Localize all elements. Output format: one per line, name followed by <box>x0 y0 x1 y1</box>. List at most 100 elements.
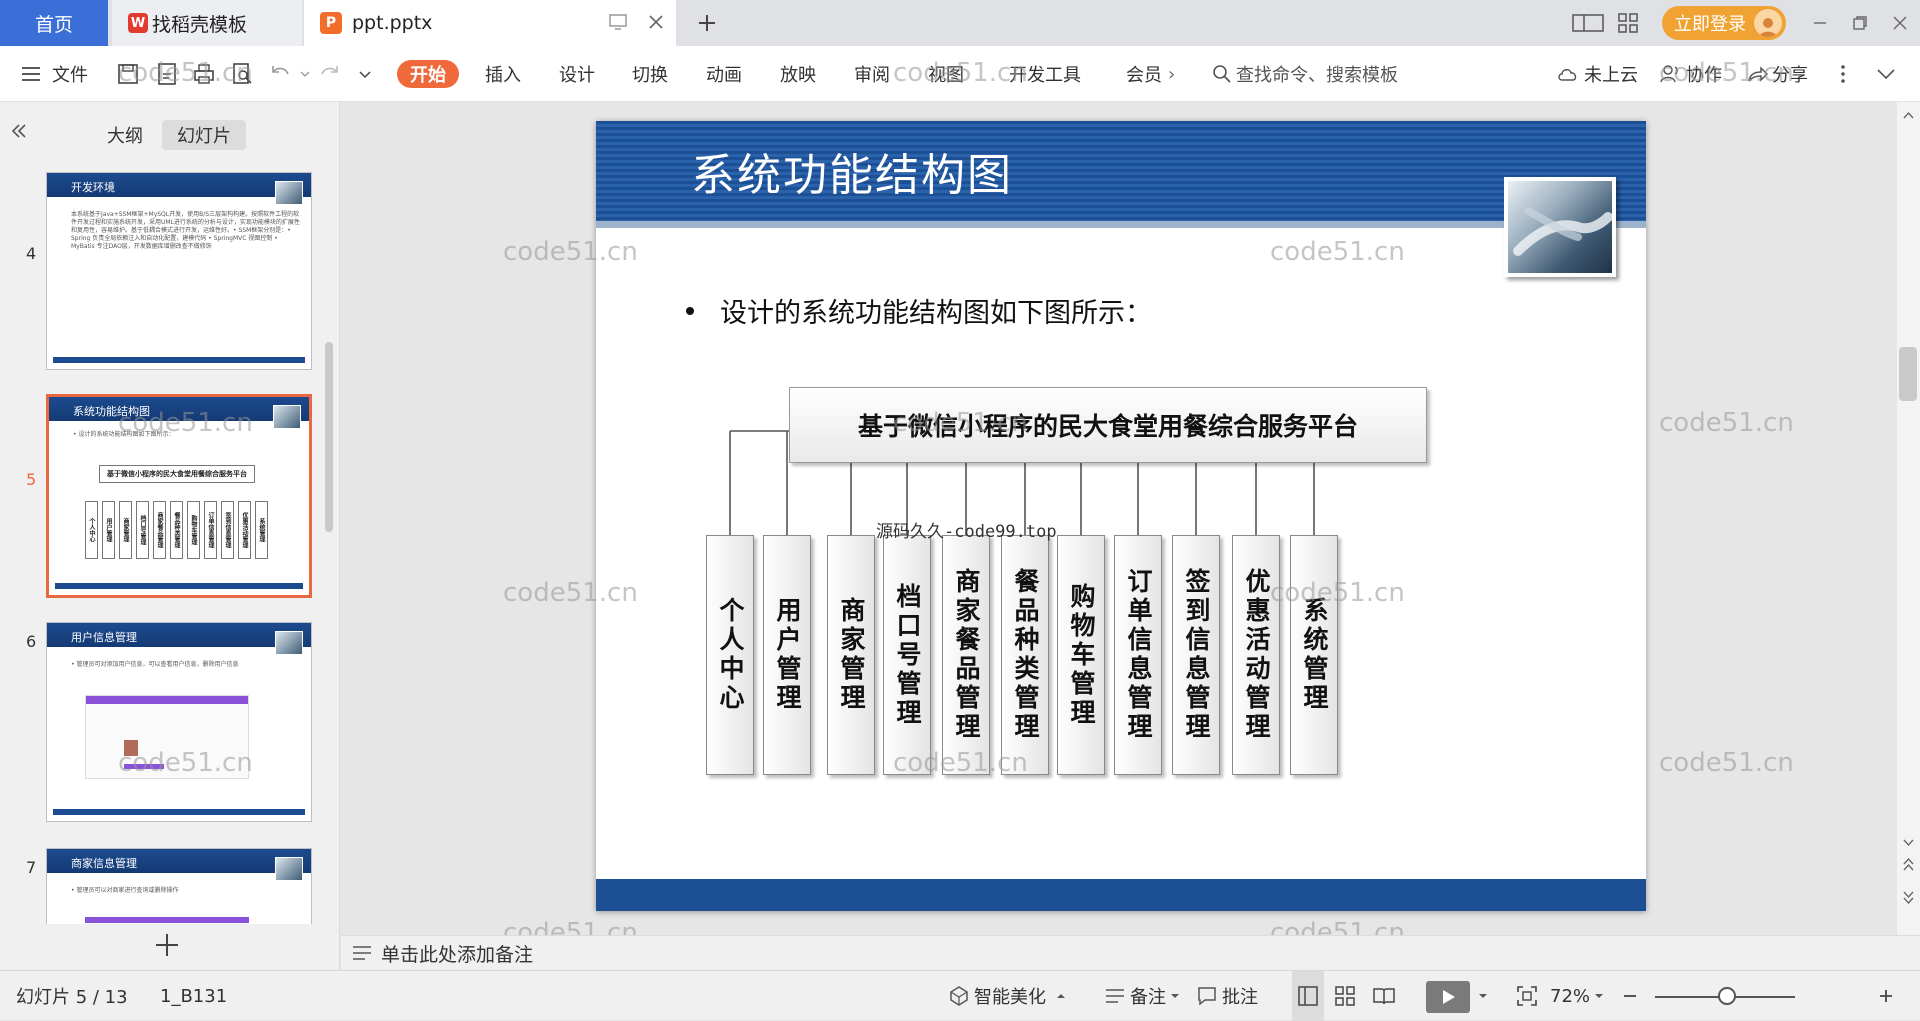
print-icon[interactable] <box>192 46 216 102</box>
cloud-status-button[interactable]: 未上云 <box>1556 46 1638 102</box>
menu-animation[interactable]: 动画 <box>706 60 742 88</box>
tab-document-label: ppt.pptx <box>352 12 433 34</box>
module-node[interactable]: 餐品种类管理 <box>1001 535 1049 775</box>
monitor-icon[interactable] <box>608 12 628 32</box>
redo-icon[interactable] <box>318 46 342 102</box>
slide-thumbnail-row[interactable]: 7 商家信息管理 • 管理员可以对商家进行查询或删除操作 <box>0 844 320 924</box>
collapse-panel-icon[interactable] <box>8 120 30 142</box>
file-menu-button[interactable]: 文件 <box>20 46 88 102</box>
current-slide[interactable]: 系统功能结构图 设计的系统功能结构图如下图所示： 基于微信小程序的民大食堂用餐综… <box>596 121 1646 911</box>
close-tab-icon[interactable] <box>646 12 666 32</box>
menu-review[interactable]: 审阅 <box>854 60 890 88</box>
tab-docer[interactable]: W 找稻壳模板 <box>112 0 302 46</box>
undo-dropdown-icon[interactable] <box>300 46 310 102</box>
zoom-in-icon[interactable] <box>1878 971 1894 1021</box>
share-button[interactable]: 分享 <box>1746 46 1808 102</box>
slide-number: 5 <box>26 470 37 489</box>
menu-view[interactable]: 视图 <box>928 60 964 88</box>
slideshow-options-caret-icon[interactable] <box>1478 971 1488 1021</box>
zoom-slider-handle[interactable] <box>1718 987 1736 1005</box>
export-pdf-icon[interactable] <box>155 46 179 102</box>
module-node[interactable]: 个人中心 <box>706 535 754 775</box>
command-search[interactable]: 查找命令、搜索模板 <box>1212 60 1398 88</box>
slide-thumbnail-panel: 大纲 幻灯片 4 开发环境 本系统基于Java+SSM框架+MySQL开发，使用… <box>0 102 340 970</box>
new-tab-plus-icon[interactable] <box>690 6 724 40</box>
tab-document[interactable]: P ppt.pptx <box>304 0 676 46</box>
slide-thumbnail-row[interactable]: 6 用户信息管理 • 管理员可对添加用户信息，可以查看用户信息，删除用户信息 <box>0 618 320 824</box>
tab-slides[interactable]: 幻灯片 <box>162 120 246 150</box>
module-node[interactable]: 用户管理 <box>763 535 811 775</box>
thumb-module-node: 购物车管理 <box>187 501 200 559</box>
slide-thumbnail-row[interactable]: 4 开发环境 本系统基于Java+SSM框架+MySQL开发，使用B/S三层架构… <box>0 168 320 372</box>
menu-transition[interactable]: 切换 <box>632 60 668 88</box>
thumb-footer-bar <box>53 809 305 815</box>
module-node[interactable]: 档口号管理 <box>883 535 931 775</box>
collapse-ribbon-icon[interactable] <box>1876 46 1896 102</box>
module-node[interactable]: 签到信息管理 <box>1172 535 1220 775</box>
canvas-vertical-scrollbar[interactable] <box>1897 102 1920 935</box>
thumb-module-node: 餐品种类管理 <box>170 501 183 559</box>
menu-insert[interactable]: 插入 <box>485 60 521 88</box>
hierarchy-connectors <box>729 430 1315 535</box>
save-icon[interactable] <box>116 46 140 102</box>
print-preview-icon[interactable] <box>230 46 254 102</box>
restore-icon[interactable] <box>1840 0 1880 46</box>
beautify-icon <box>950 986 968 1006</box>
smart-beautify-button[interactable]: 智能美化 <box>948 971 1066 1021</box>
slide-thumbnail[interactable]: 开发环境 本系统基于Java+SSM框架+MySQL开发，使用B/S三层架构构建… <box>46 172 312 370</box>
menu-design[interactable]: 设计 <box>559 60 595 88</box>
theme-name[interactable]: 1_B131 <box>160 971 227 1021</box>
menu-member[interactable]: 会员 <box>1126 60 1162 88</box>
layout-toggle-icon[interactable] <box>1568 0 1608 46</box>
zoom-dropdown-caret-icon[interactable] <box>1594 971 1604 1021</box>
more-options-icon[interactable] <box>1840 46 1846 102</box>
reading-view-icon[interactable] <box>1372 971 1396 1021</box>
module-node[interactable]: 商家管理 <box>827 535 875 775</box>
slide-thumbnail-row-selected[interactable]: 5 系统功能结构图 • 设计的系统功能结构图如下图所示： 基于微信小程序的民大食… <box>0 392 320 600</box>
module-node[interactable]: 订单信息管理 <box>1114 535 1162 775</box>
tab-outline[interactable]: 大纲 <box>100 120 150 150</box>
login-button[interactable]: 立即登录 <box>1662 6 1786 40</box>
notes-pane[interactable]: 单击此处添加备注 <box>341 935 1920 970</box>
slide-thumbnail[interactable]: 用户信息管理 • 管理员可对添加用户信息，可以查看用户信息，删除用户信息 <box>46 622 312 822</box>
module-node[interactable]: 系统管理 <box>1290 535 1338 775</box>
slide-thumbnail[interactable]: 商家信息管理 • 管理员可以对商家进行查询或删除操作 <box>46 848 312 924</box>
undo-icon[interactable] <box>268 46 292 102</box>
slide-sorter-view-icon[interactable] <box>1334 971 1356 1021</box>
slide-thumbnail-selected[interactable]: 系统功能结构图 • 设计的系统功能结构图如下图所示： 基于微信小程序的民大食堂用… <box>46 394 312 598</box>
thumb-photo <box>275 631 303 655</box>
thumb-footer-bar <box>53 357 305 363</box>
thumb-title: 用户信息管理 <box>71 631 137 644</box>
quick-access-dropdown-icon[interactable] <box>358 46 372 102</box>
canvas-scroll-thumb[interactable] <box>1899 347 1917 401</box>
notes-toggle-label: 备注 <box>1130 987 1166 1008</box>
module-node[interactable]: 优惠活动管理 <box>1232 535 1280 775</box>
thumb-module-node: 优惠活动管理 <box>238 501 251 559</box>
module-node[interactable]: 购物车管理 <box>1057 535 1105 775</box>
thumb-screenshot <box>85 695 249 779</box>
normal-view-icon[interactable] <box>1292 971 1324 1021</box>
collaborate-icon <box>1660 65 1678 83</box>
slide-footer-band <box>596 879 1646 911</box>
menu-developer[interactable]: 开发工具 <box>1009 60 1081 88</box>
add-slide-plus-icon[interactable] <box>152 930 182 960</box>
grid-apps-icon[interactable] <box>1608 0 1648 46</box>
slide-number: 4 <box>26 244 37 263</box>
hierarchy-root-node[interactable]: 基于微信小程序的民大食堂用餐综合服务平台 <box>789 387 1427 463</box>
thumb-body-text: 本系统基于Java+SSM框架+MySQL开发，使用B/S三层架构构建。按照软件… <box>71 211 300 250</box>
notes-toggle-button[interactable]: 备注 <box>1104 971 1180 1021</box>
menu-more-chevron[interactable]: › <box>1168 60 1175 88</box>
panel-scrollbar[interactable] <box>325 342 333 532</box>
zoom-out-icon[interactable] <box>1622 971 1638 1021</box>
play-slideshow-button[interactable] <box>1426 981 1470 1013</box>
minimize-icon[interactable] <box>1800 0 1840 46</box>
comments-button[interactable]: 批注 <box>1196 971 1258 1021</box>
collaborate-button[interactable]: 协作 <box>1660 46 1722 102</box>
module-node[interactable]: 商家餐品管理 <box>942 535 990 775</box>
tab-home[interactable]: 首页 <box>0 0 108 46</box>
close-window-icon[interactable] <box>1880 0 1920 46</box>
zoom-level[interactable]: 72% <box>1550 971 1590 1021</box>
menu-slideshow[interactable]: 放映 <box>780 60 816 88</box>
menu-start[interactable]: 开始 <box>397 60 459 88</box>
fit-window-icon[interactable] <box>1516 971 1538 1021</box>
